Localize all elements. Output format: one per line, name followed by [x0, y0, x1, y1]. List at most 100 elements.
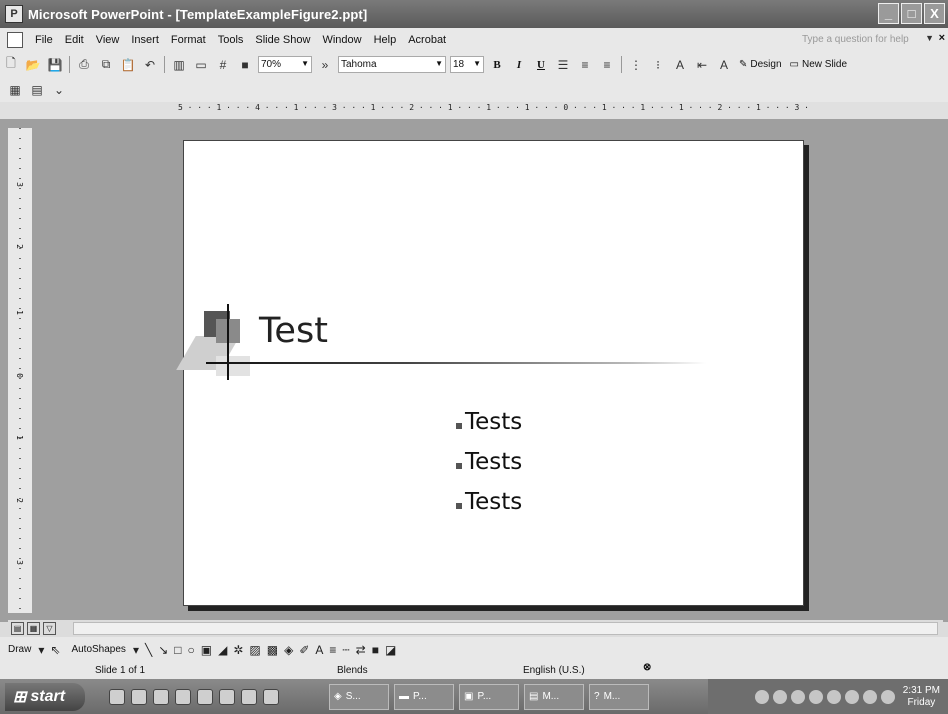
new-slide-button[interactable]: ▭ New Slide [790, 59, 847, 70]
tray-icon[interactable] [754, 689, 769, 704]
increase-font-icon[interactable]: A [671, 56, 689, 74]
design-button[interactable]: ✎ Design [739, 59, 782, 70]
tray-icon[interactable] [862, 689, 877, 704]
document-icon[interactable] [7, 32, 23, 48]
textbox-tool-icon[interactable]: ▣ [201, 643, 212, 657]
menu-slide-show[interactable]: Slide Show [249, 34, 316, 46]
menu-window[interactable]: Window [316, 34, 367, 46]
close-document-icon[interactable]: × [939, 32, 945, 44]
start-button[interactable]: ⊞ start [5, 682, 85, 711]
horizontal-scrollbar[interactable] [73, 622, 938, 635]
italic-icon[interactable]: I [511, 59, 527, 71]
arrow-tool-icon[interactable]: ↘ [158, 643, 168, 657]
minimize-button[interactable]: _ [878, 3, 899, 24]
slide-show-icon[interactable]: ▽ [43, 622, 56, 635]
chevron-down-icon[interactable]: ▾ [133, 643, 139, 657]
paste-icon[interactable]: 📋 [119, 56, 137, 74]
taskbar-button[interactable]: ◈ S... [329, 683, 389, 710]
insert-table-icon[interactable]: ▭ [192, 56, 210, 74]
zoom-select[interactable]: 70% ▼ [258, 56, 312, 73]
normal-view-icon[interactable]: ▤ [11, 622, 24, 635]
line-color-icon[interactable]: ✐ [299, 643, 309, 657]
font-color-icon[interactable]: A [715, 56, 733, 74]
font-color-icon[interactable]: A [315, 643, 323, 657]
slide-sorter-icon[interactable]: ▦ [27, 622, 40, 635]
toolbar-options-icon[interactable]: » [316, 56, 334, 74]
quick-launch-icon[interactable] [197, 688, 213, 705]
menu-help[interactable]: Help [368, 34, 403, 46]
picture-icon[interactable]: ▩ [267, 643, 278, 657]
help-search-input[interactable]: Type a question for help [800, 32, 920, 48]
tray-icon[interactable] [826, 689, 841, 704]
slide-design-icon[interactable]: ▤ [28, 81, 46, 99]
diagram-icon[interactable]: ✲ [233, 643, 243, 657]
autoshapes-menu[interactable]: AutoShapes [71, 644, 126, 655]
undo-icon[interactable]: ↶ [141, 56, 159, 74]
align-left-icon[interactable]: ☰ [554, 56, 572, 74]
dash-style-icon[interactable]: ┄ [342, 643, 349, 657]
line-style-icon[interactable]: ≡ [329, 643, 336, 657]
new-file-icon[interactable]: 🗋 [2, 56, 20, 74]
tray-icon[interactable] [880, 689, 895, 704]
decrease-indent-icon[interactable]: ⇤ [693, 56, 711, 74]
slide-title[interactable]: Test [259, 311, 328, 351]
color-grayscale-icon[interactable]: ■ [236, 56, 254, 74]
numbering-icon[interactable]: ⋮ [627, 56, 645, 74]
menu-file[interactable]: File [29, 34, 59, 46]
quick-launch-icon[interactable] [175, 688, 191, 705]
menu-format[interactable]: Format [165, 34, 212, 46]
rectangle-tool-icon[interactable]: □ [174, 643, 181, 657]
taskbar-button[interactable]: ? M... [589, 683, 649, 710]
insert-chart-icon[interactable]: ▥ [170, 56, 188, 74]
slide-canvas[interactable]: Test Tests Tests Tests [176, 140, 804, 606]
taskbar-button[interactable]: ▤ M... [524, 683, 584, 710]
menu-insert[interactable]: Insert [125, 34, 165, 46]
quick-launch-icon[interactable] [263, 688, 279, 705]
bold-icon[interactable]: B [489, 59, 505, 71]
line-tool-icon[interactable]: ╲ [145, 643, 152, 657]
taskbar-button[interactable]: ▬ P... [394, 683, 454, 710]
arrow-style-icon[interactable]: ⇄ [356, 643, 366, 657]
taskbar-button[interactable]: ▣ P... [459, 683, 519, 710]
quick-launch-icon[interactable] [241, 688, 257, 705]
quick-launch-icon[interactable] [219, 688, 235, 705]
toolbar-options-icon[interactable]: ⌄ [50, 81, 68, 99]
tray-icon[interactable] [808, 689, 823, 704]
oval-tool-icon[interactable]: ○ [188, 643, 195, 657]
menu-edit[interactable]: Edit [59, 34, 90, 46]
draw-menu[interactable]: Draw [8, 644, 31, 655]
maximize-button[interactable]: □ [901, 3, 922, 24]
chevron-down-icon[interactable]: ▾ [38, 643, 44, 657]
print-icon[interactable]: ⎙ [75, 56, 93, 74]
align-right-icon[interactable]: ≡ [598, 56, 616, 74]
slide-body-text[interactable]: Tests Tests Tests [456, 409, 522, 529]
fill-color-icon[interactable]: ◈ [284, 643, 293, 657]
font-select[interactable]: Tahoma ▼ [338, 56, 446, 73]
menu-view[interactable]: View [90, 34, 126, 46]
show-grid-icon[interactable]: # [214, 56, 232, 74]
clock[interactable]: 2:31 PM Friday [903, 685, 940, 709]
copy-icon[interactable]: ⧉ [97, 56, 115, 74]
font-size-select[interactable]: 18 ▼ [450, 56, 484, 73]
tray-icon[interactable] [844, 689, 859, 704]
wordart-icon[interactable]: ◢ [218, 643, 227, 657]
bullets-icon[interactable]: ⁝ [649, 56, 667, 74]
quick-launch-icon[interactable] [153, 688, 169, 705]
slide-layout-icon[interactable]: ▦ [6, 81, 24, 99]
tray-icon[interactable] [772, 689, 787, 704]
align-center-icon[interactable]: ≡ [576, 56, 594, 74]
3d-style-icon[interactable]: ◪ [385, 643, 396, 657]
underline-icon[interactable]: U [533, 59, 549, 71]
menu-acrobat[interactable]: Acrobat [402, 34, 452, 46]
save-icon[interactable]: 💾 [46, 56, 64, 74]
open-folder-icon[interactable]: 📂 [24, 56, 42, 74]
spelling-check-icon[interactable]: ⊗ [643, 662, 651, 673]
clipart-icon[interactable]: ▨ [249, 643, 260, 657]
close-button[interactable]: X [924, 3, 945, 24]
help-dropdown-icon[interactable]: ▼ [925, 33, 934, 43]
menu-tools[interactable]: Tools [212, 34, 250, 46]
tray-icon[interactable] [790, 689, 805, 704]
powerpoint-app-icon[interactable]: P [5, 5, 23, 23]
shadow-style-icon[interactable]: ■ [372, 643, 379, 657]
quick-launch-icon[interactable] [131, 688, 147, 705]
